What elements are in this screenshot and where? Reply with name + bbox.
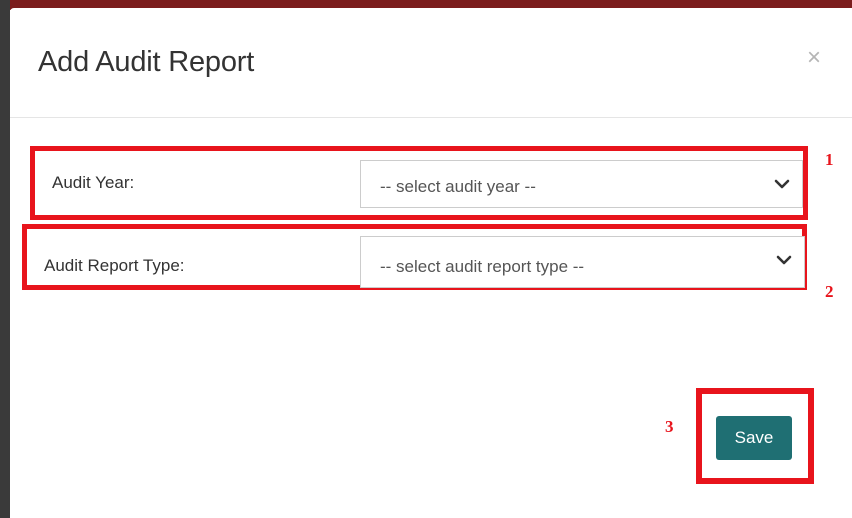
audit-report-type-select[interactable]: -- select audit report type -- [360, 236, 805, 288]
chevron-down-icon [776, 255, 792, 265]
audit-report-type-label: Audit Report Type: [44, 256, 185, 275]
audit-year-label: Audit Year: [52, 173, 135, 192]
annotation-marker-3: 3 [665, 417, 674, 436]
chevron-down-icon [774, 179, 790, 189]
audit-report-type-selected-value: -- select audit report type -- [380, 257, 585, 276]
modal-title: Add Audit Report [38, 46, 255, 78]
close-icon[interactable]: × [807, 46, 821, 70]
audit-year-selected-value: -- select audit year -- [380, 177, 536, 196]
page-backdrop-left [0, 0, 10, 518]
audit-year-row: Audit Year: -- select audit year -- [30, 146, 808, 220]
save-highlight-frame: Save [696, 388, 814, 484]
annotation-marker-1: 1 [825, 150, 834, 169]
audit-year-select[interactable]: -- select audit year -- [360, 160, 803, 208]
modal-header: Add Audit Report × [10, 8, 852, 118]
save-button[interactable]: Save [716, 416, 792, 460]
audit-report-type-row: Audit Report Type: -- select audit repor… [22, 224, 807, 290]
annotation-marker-2: 2 [825, 282, 834, 301]
